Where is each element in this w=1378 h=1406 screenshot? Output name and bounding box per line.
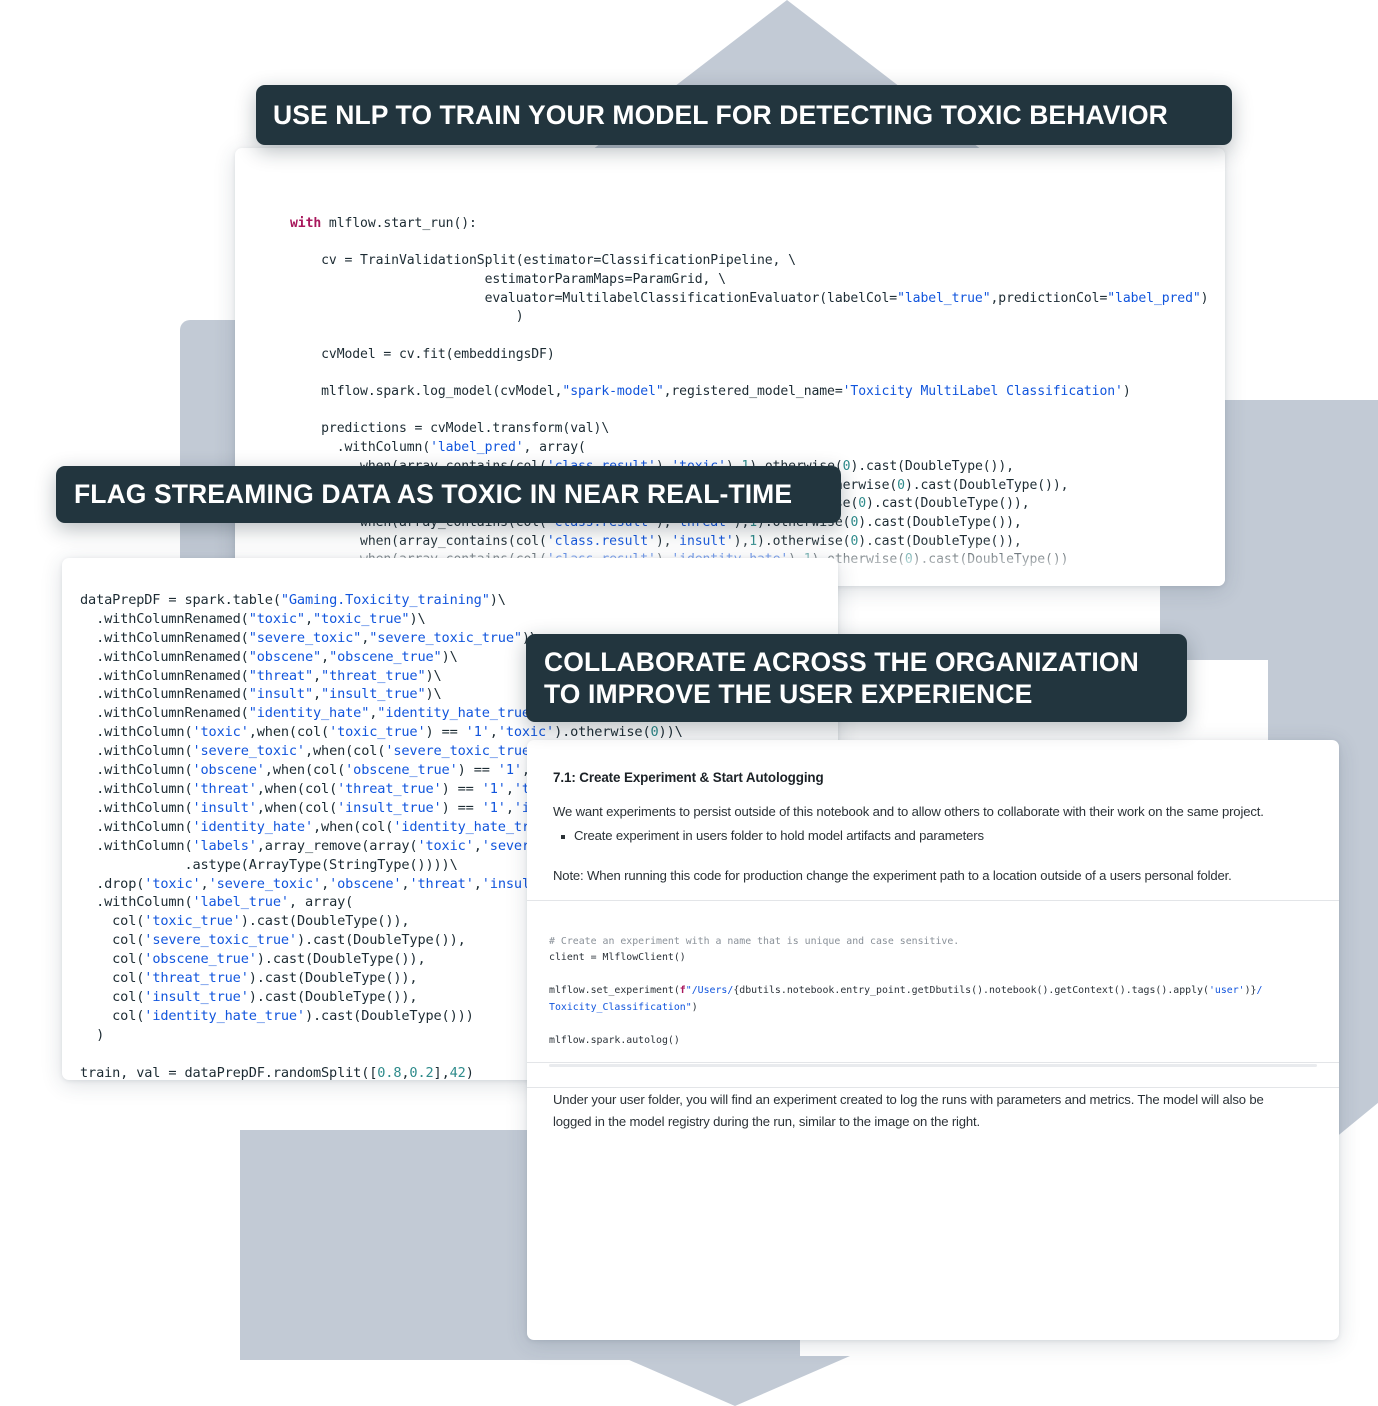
banner-collaborate-line-2: TO IMPROVE THE USER EXPERIENCE: [544, 679, 1033, 709]
poster-canvas: with mlflow.start_run(): cv = TrainValid…: [0, 0, 1378, 1406]
notebook-output-section: Under your user folder, you will find an…: [527, 1062, 1339, 1340]
banner-flag-streaming-text: FLAG STREAMING DATA AS TOXIC IN NEAR REA…: [74, 479, 793, 509]
notebook-code-cell[interactable]: # Create an experiment with a name that …: [527, 900, 1339, 1088]
notebook-section-heading: 7.1: Create Experiment & Start Autologgi…: [553, 770, 824, 785]
bullet-marker-icon: [561, 834, 565, 839]
notebook-panel-card: 7.1: Create Experiment & Start Autologgi…: [527, 740, 1339, 1340]
notebook-markdown-cell: 7.1: Create Experiment & Start Autologgi…: [527, 740, 1339, 903]
banner-flag-streaming: FLAG STREAMING DATA AS TOXIC IN NEAR REA…: [56, 466, 841, 523]
banner-collaborate: COLLABORATE ACROSS THE ORGANIZATION TO I…: [526, 634, 1187, 722]
notebook-paragraph: We want experiments to persist outside o…: [553, 804, 1264, 819]
banner-nlp-train-text: USE NLP TO TRAIN YOUR MODEL FOR DETECTIN…: [273, 99, 1168, 130]
notebook-closing-line-1: Under your user folder, you will find an…: [553, 1092, 1264, 1107]
notebook-bullet-text: Create experiment in users folder to hol…: [574, 828, 984, 843]
notebook-bullet-item: Create experiment in users folder to hol…: [561, 825, 1313, 847]
notebook-code-text: # Create an experiment with a name that …: [549, 935, 1263, 1047]
notebook-closing-line-2: logged in the model registry during the …: [553, 1114, 981, 1129]
banner-collaborate-line-1: COLLABORATE ACROSS THE ORGANIZATION: [544, 647, 1139, 677]
background-arrow-bottom-head: [620, 1356, 850, 1406]
banner-nlp-train: USE NLP TO TRAIN YOUR MODEL FOR DETECTIN…: [256, 85, 1232, 145]
notebook-note: Note: When running this code for product…: [553, 868, 1232, 883]
